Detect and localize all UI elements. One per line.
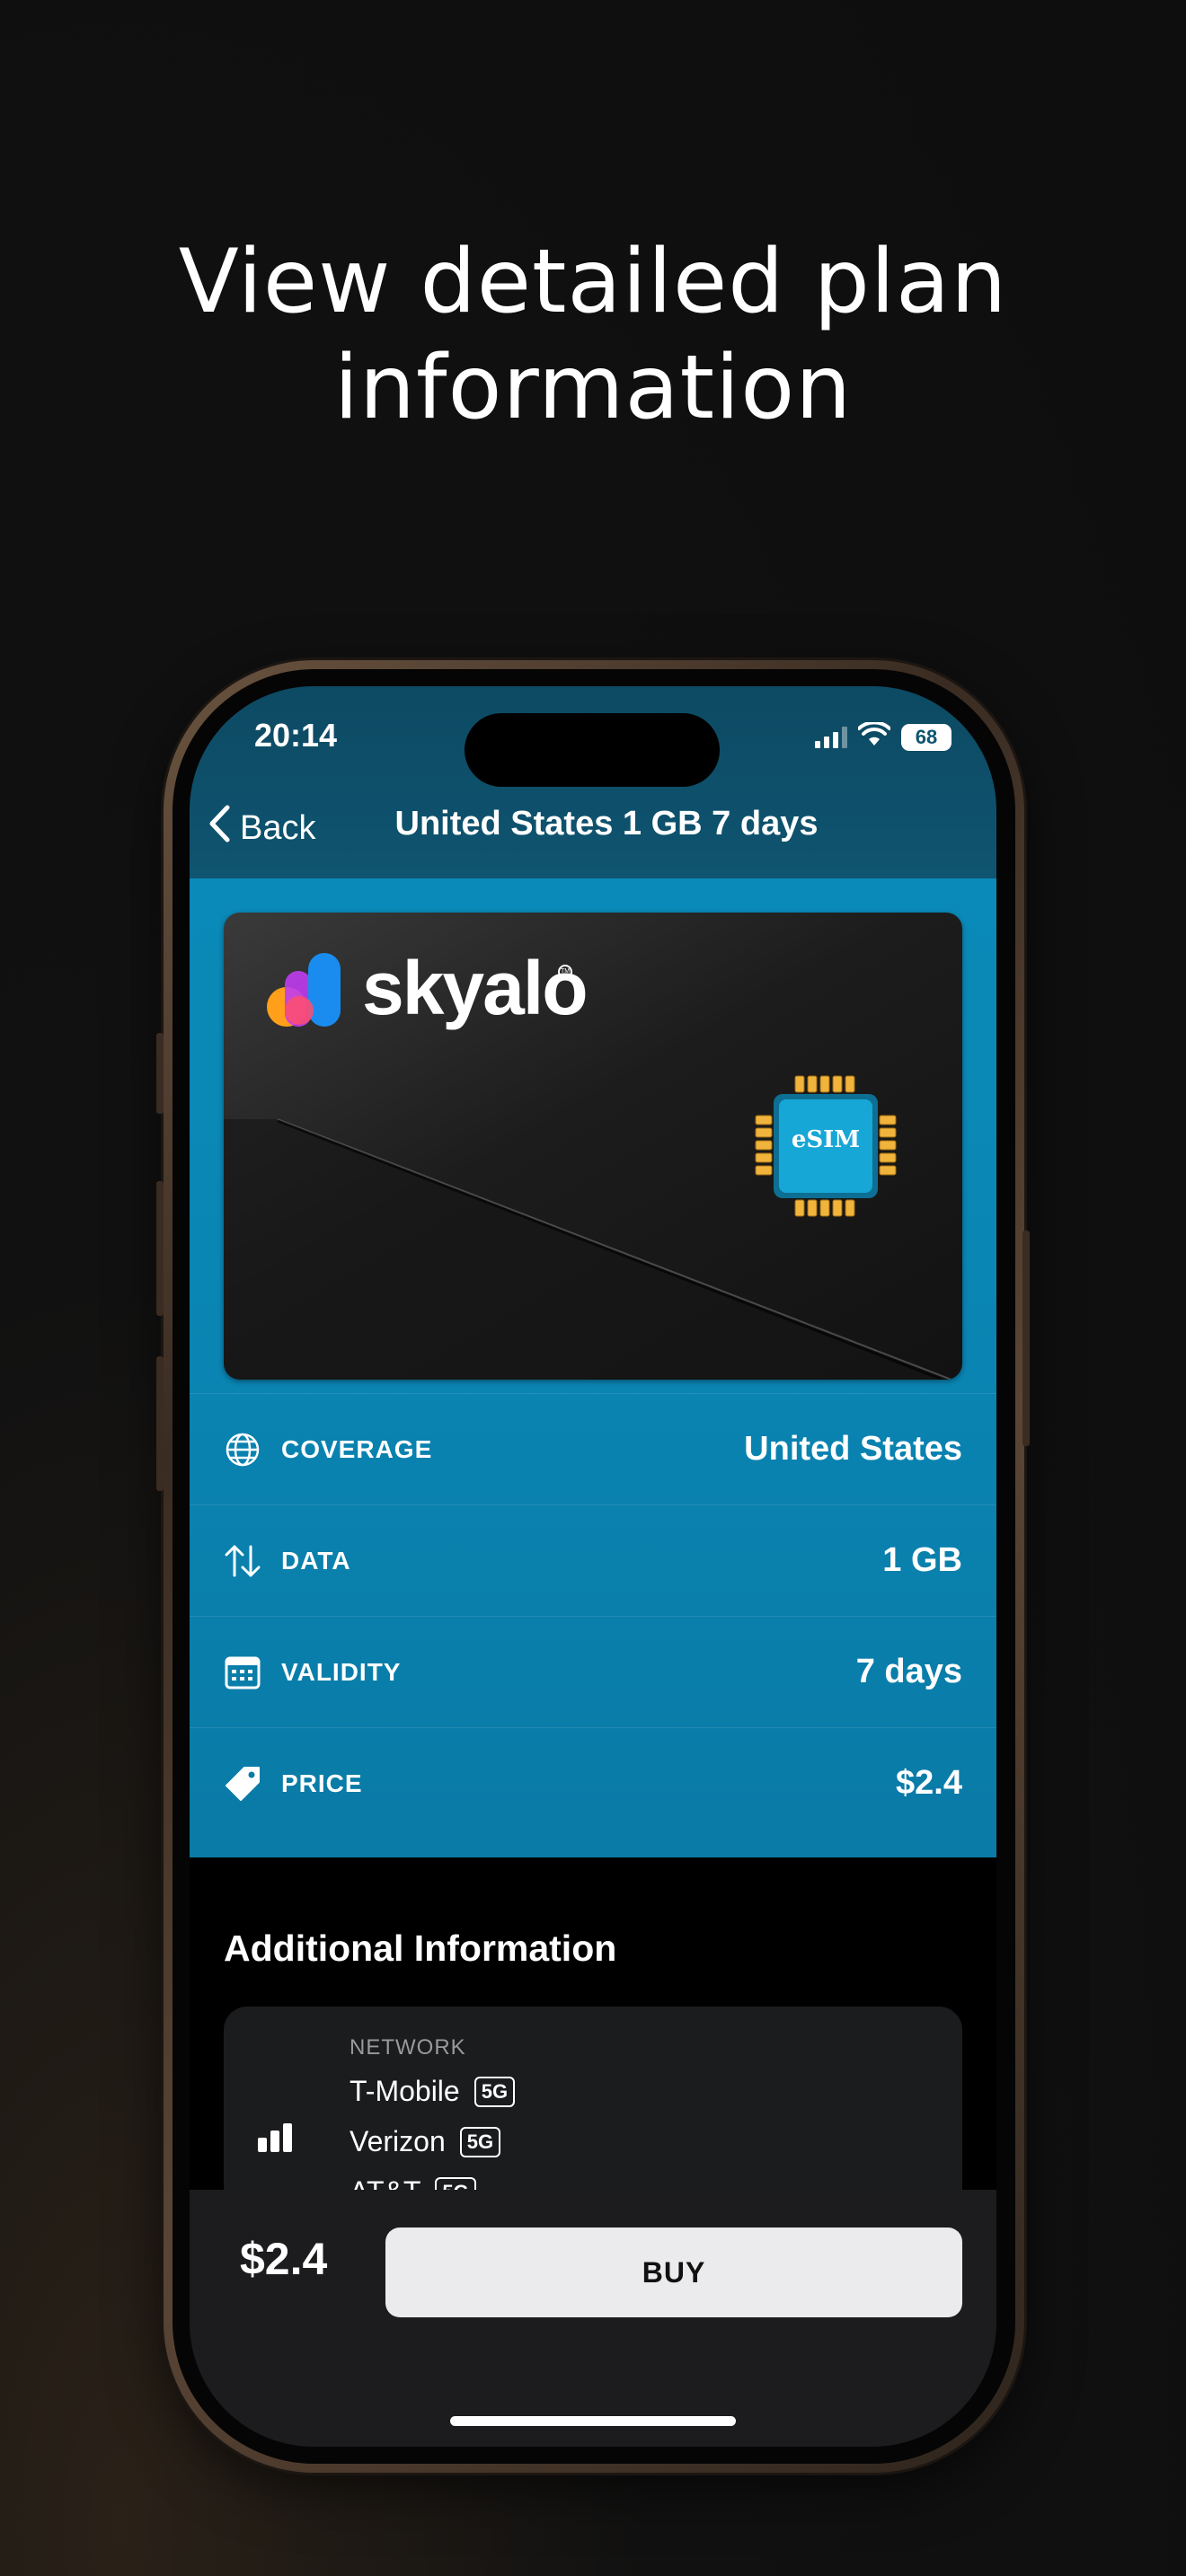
detail-value: $2.4 — [896, 1764, 962, 1802]
brand-name: skyalo — [362, 946, 589, 1030]
purchase-bar: $2.4 BUY — [190, 2190, 996, 2447]
headline-line-1: View detailed plan — [178, 231, 1008, 333]
battery-indicator: 68 — [901, 723, 951, 751]
detail-row-validity: VALIDITY 7 days — [190, 1616, 996, 1727]
detail-label: VALIDITY — [281, 1657, 402, 1686]
esim-chip-icon: eSIM — [754, 1074, 898, 1222]
dynamic-island — [465, 713, 720, 787]
detail-label: PRICE — [281, 1769, 363, 1797]
detail-value: United States — [744, 1430, 962, 1468]
detail-label: COVERAGE — [281, 1434, 433, 1463]
detail-label: DATA — [281, 1546, 351, 1575]
headline-line-2: information — [333, 337, 853, 439]
esim-card: skyalo TM eSIM — [224, 913, 962, 1380]
network-label: NETWORK — [350, 2035, 466, 2060]
network-badge: 5G — [474, 2076, 516, 2107]
plan-details-list: COVERAGE United States DATA 1 GB VALIDIT… — [190, 1393, 996, 1839]
status-time: 20:14 — [254, 717, 338, 754]
chip-label: eSIM — [791, 1126, 861, 1153]
cellular-signal-icon — [815, 726, 847, 748]
buy-button[interactable]: BUY — [385, 2228, 962, 2317]
phone-side-button — [156, 1033, 164, 1114]
network-badge: 5G — [459, 2126, 501, 2157]
calendar-icon — [224, 1654, 261, 1691]
home-indicator[interactable] — [450, 2416, 736, 2426]
skyalo-logo-icon — [267, 952, 341, 1027]
wifi-icon — [857, 720, 891, 752]
trademark-icon: TM — [558, 965, 572, 979]
phone-screen: 20:14 68 Back United States 1 GB 7 days — [190, 686, 996, 2447]
page-title: United States 1 GB 7 days — [394, 805, 819, 842]
detail-value: 1 GB — [882, 1541, 962, 1579]
detail-value: 7 days — [855, 1653, 962, 1690]
header-bar: 20:14 68 Back United States 1 GB 7 days — [190, 686, 996, 878]
price-tag-icon — [224, 1765, 261, 1803]
carrier-name: T-Mobile — [350, 2075, 460, 2107]
carrier-item: Verizon 5G — [350, 2125, 501, 2158]
phone-side-button — [1022, 1231, 1030, 1446]
detail-row-data: DATA 1 GB — [190, 1504, 996, 1616]
marketing-headline: View detailed plan information — [0, 229, 1186, 441]
brand-logo: skyalo — [263, 945, 589, 1032]
total-price: $2.4 — [240, 2234, 328, 2284]
carrier-name: Verizon — [350, 2125, 446, 2157]
detail-row-coverage: COVERAGE United States — [190, 1393, 996, 1504]
status-icons: 68 — [815, 720, 951, 752]
phone-side-button — [156, 1356, 164, 1491]
globe-icon — [224, 1431, 261, 1469]
arrows-up-down-icon — [224, 1542, 261, 1580]
signal-bars-icon — [258, 2123, 294, 2157]
carrier-item: T-Mobile 5G — [350, 2075, 516, 2108]
plan-details-section: skyalo TM eSIM COVERAGE United States DA… — [190, 878, 996, 1857]
phone-side-button — [156, 1181, 164, 1316]
additional-info-heading: Additional Information — [224, 1928, 617, 1969]
detail-row-price: PRICE $2.4 — [190, 1727, 996, 1839]
